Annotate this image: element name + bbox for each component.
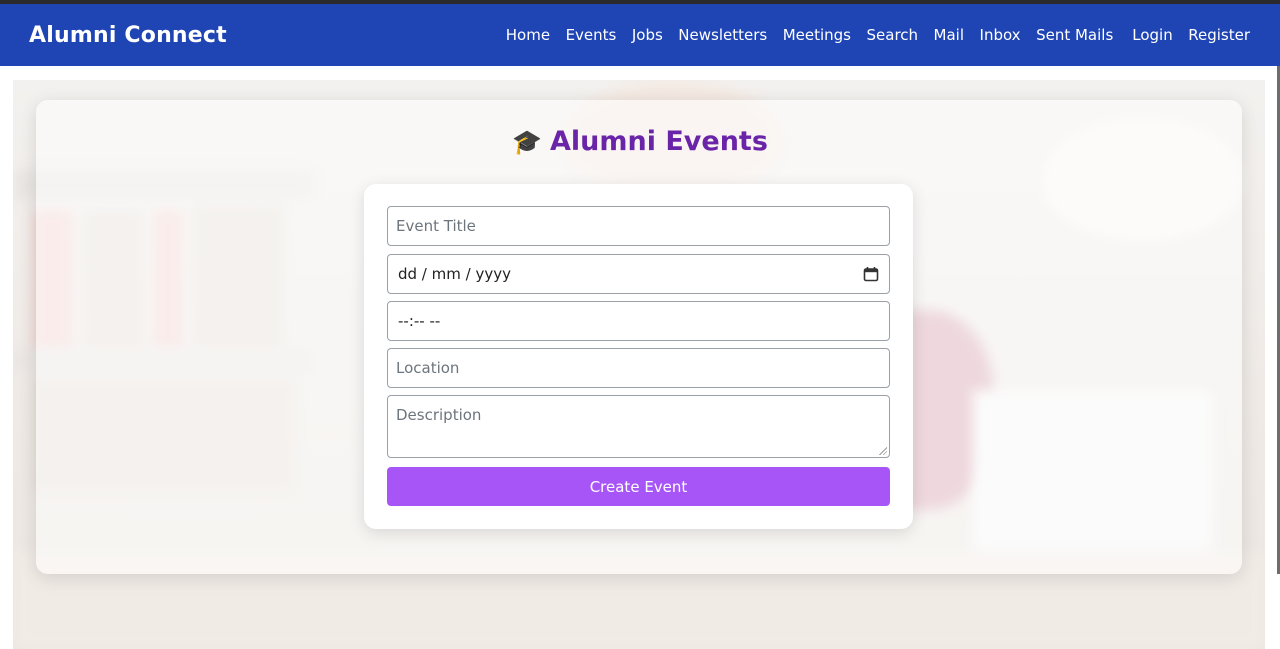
description-textarea[interactable]: Description: [387, 395, 890, 458]
nav-home-link[interactable]: Home: [506, 26, 550, 44]
nav-links: Home Events Jobs Newsletters Meetings Se…: [506, 26, 1250, 44]
event-time-input[interactable]: --:-- --: [387, 301, 890, 341]
create-event-button[interactable]: Create Event: [387, 467, 890, 506]
event-title-input[interactable]: Event Title: [387, 206, 890, 246]
page-title: 🎓 Alumni Events: [0, 126, 1280, 157]
nav-events-link[interactable]: Events: [566, 26, 617, 44]
location-input[interactable]: Location: [387, 348, 890, 388]
location-placeholder: Location: [396, 359, 460, 377]
resize-handle-icon[interactable]: [879, 447, 887, 455]
nav-login-link[interactable]: Login: [1132, 26, 1172, 44]
nav-meetings-link[interactable]: Meetings: [783, 26, 851, 44]
navbar: Alumni Connect Home Events Jobs Newslett…: [0, 4, 1280, 66]
event-date-input[interactable]: dd / mm / yyyy: [387, 254, 890, 294]
nav-search-link[interactable]: Search: [867, 26, 919, 44]
calendar-icon[interactable]: [863, 266, 879, 282]
nav-sent-mails-link[interactable]: Sent Mails: [1036, 26, 1113, 44]
event-time-placeholder: --:-- --: [398, 312, 441, 330]
page-title-text: Alumni Events: [549, 126, 768, 157]
nav-register-link[interactable]: Register: [1188, 26, 1250, 44]
event-date-placeholder: dd / mm / yyyy: [398, 265, 511, 283]
nav-mail-link[interactable]: Mail: [934, 26, 964, 44]
nav-inbox-link[interactable]: Inbox: [980, 26, 1021, 44]
nav-newsletters-link[interactable]: Newsletters: [678, 26, 767, 44]
brand-logo[interactable]: Alumni Connect: [29, 23, 227, 48]
graduation-cap-icon: 🎓: [512, 128, 542, 156]
description-placeholder: Description: [396, 406, 482, 424]
event-title-placeholder: Event Title: [396, 217, 476, 235]
nav-jobs-link[interactable]: Jobs: [632, 26, 663, 44]
